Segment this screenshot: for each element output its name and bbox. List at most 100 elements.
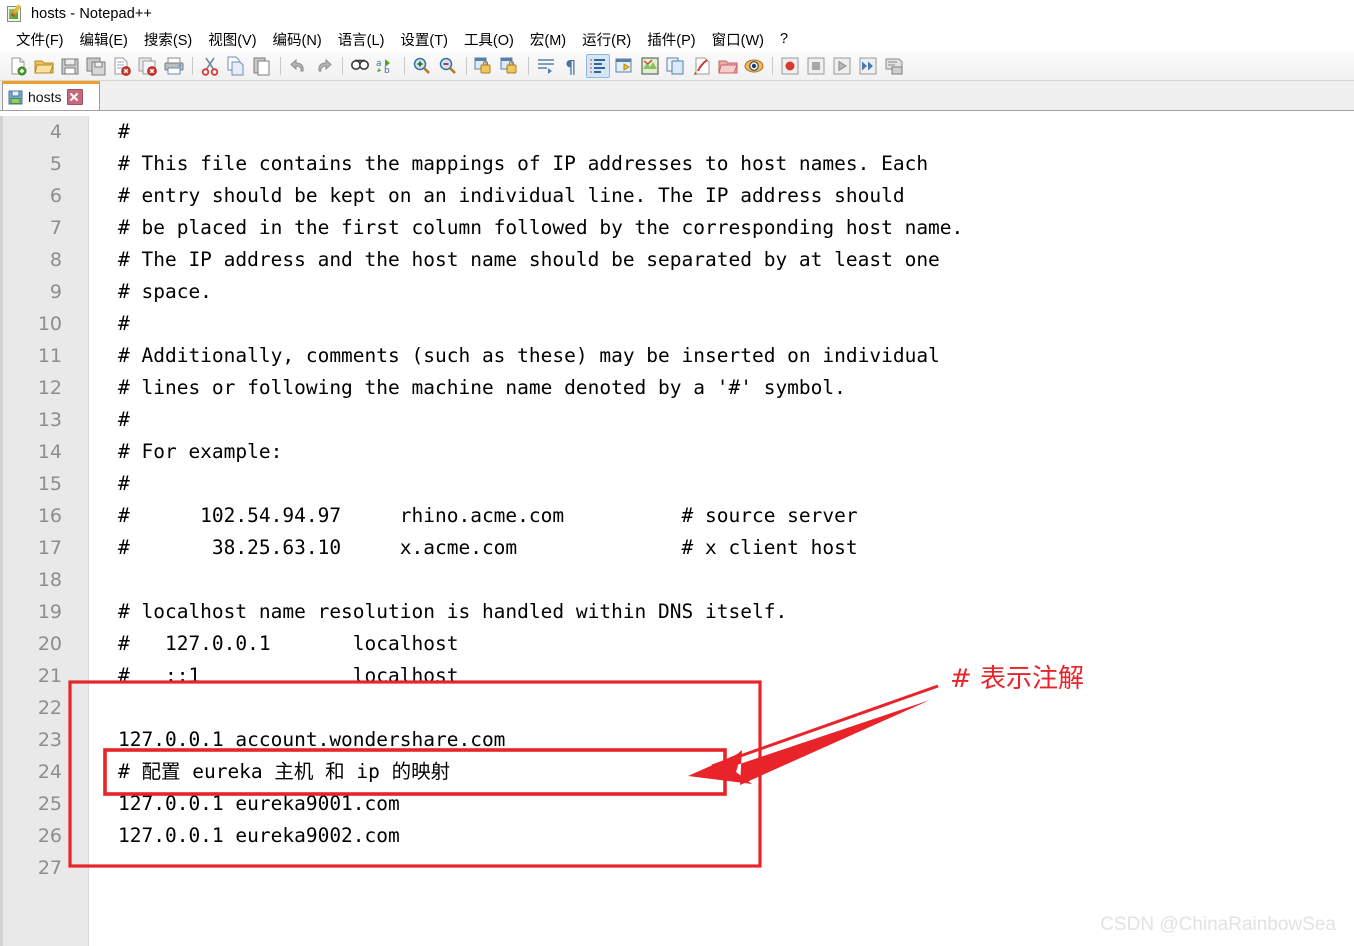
line-text: # For example: bbox=[118, 440, 283, 463]
code-line[interactable]: 23 127.0.0.1 account.wondershare.com bbox=[0, 724, 1354, 756]
title-bar: hosts - Notepad++ bbox=[0, 0, 1354, 27]
menu-language[interactable]: 语言(L) bbox=[330, 27, 393, 52]
toolbar-separator bbox=[342, 56, 343, 75]
toolbar: ab ¶ bbox=[0, 51, 1354, 81]
line-number: 22 bbox=[37, 697, 62, 719]
code-line[interactable]: 10 # bbox=[0, 308, 1354, 340]
code-line[interactable]: 11 # Additionally, comments (such as thes… bbox=[0, 340, 1354, 372]
show-all-characters-icon[interactable]: ¶ bbox=[560, 54, 584, 78]
line-number: 19 bbox=[37, 601, 62, 623]
menu-encoding[interactable]: 编码(N) bbox=[265, 27, 330, 52]
code-line[interactable]: 5 # This file contains the mappings of IP… bbox=[0, 148, 1354, 180]
save-macro-icon[interactable] bbox=[882, 54, 906, 78]
code-line[interactable]: 24 # 配置 eureka 主机 和 ip 的映射 bbox=[0, 756, 1354, 788]
sync-horizontal-scroll-icon[interactable] bbox=[498, 54, 522, 78]
toolbar-separator bbox=[772, 56, 773, 75]
zoom-in-icon[interactable] bbox=[410, 54, 434, 78]
user-defined-language-icon[interactable] bbox=[612, 54, 636, 78]
menu-window[interactable]: 窗口(W) bbox=[704, 27, 772, 52]
tab-hosts[interactable]: hosts bbox=[2, 81, 100, 110]
record-macro-icon[interactable] bbox=[778, 54, 802, 78]
sync-vertical-scroll-icon[interactable] bbox=[472, 54, 496, 78]
cut-icon[interactable] bbox=[198, 54, 222, 78]
code-line[interactable]: 16 # 102.54.94.97 rhino.acme.com # source… bbox=[0, 500, 1354, 532]
menu-plugins[interactable]: 插件(P) bbox=[639, 27, 703, 52]
replace-icon[interactable]: ab bbox=[374, 54, 398, 78]
play-macro-icon[interactable] bbox=[830, 54, 854, 78]
paste-icon[interactable] bbox=[250, 54, 274, 78]
annotation-callout-text: # 表示注解 bbox=[950, 664, 1085, 694]
menu-tools[interactable]: 工具(O) bbox=[456, 27, 522, 52]
redo-icon[interactable] bbox=[312, 54, 336, 78]
code-line[interactable]: 12 # lines or following the machine name … bbox=[0, 372, 1354, 404]
run-macro-multiple-icon[interactable] bbox=[856, 54, 880, 78]
line-number: 18 bbox=[37, 569, 62, 591]
line-number: 6 bbox=[49, 185, 62, 207]
line-text: # ::1 localhost bbox=[118, 664, 459, 687]
word-wrap-icon[interactable] bbox=[534, 54, 558, 78]
save-icon[interactable] bbox=[58, 54, 82, 78]
folder-pink-icon[interactable] bbox=[716, 54, 740, 78]
line-number: 25 bbox=[37, 793, 62, 815]
code-line[interactable]: 26 127.0.0.1 eureka9002.com bbox=[0, 820, 1354, 852]
code-line[interactable]: 27 bbox=[0, 852, 1354, 884]
menu-view[interactable]: 视图(V) bbox=[200, 27, 264, 52]
print-icon[interactable] bbox=[162, 54, 186, 78]
close-file-icon[interactable] bbox=[110, 54, 134, 78]
close-tab-icon[interactable] bbox=[67, 89, 84, 105]
code-line[interactable]: 17 # 38.25.63.10 x.acme.com # x client ho… bbox=[0, 532, 1354, 564]
folder-as-workspace-icon[interactable] bbox=[690, 54, 714, 78]
menu-file[interactable]: 文件(F) bbox=[8, 27, 72, 52]
tab-label: hosts bbox=[28, 89, 62, 105]
line-number: 17 bbox=[37, 537, 62, 559]
line-number: 16 bbox=[37, 505, 62, 527]
find-icon[interactable] bbox=[348, 54, 372, 78]
function-list-icon[interactable] bbox=[664, 54, 688, 78]
line-text: # be placed in the first column followed… bbox=[118, 216, 964, 239]
zoom-out-icon[interactable] bbox=[436, 54, 460, 78]
code-line[interactable]: 14 # For example: bbox=[0, 436, 1354, 468]
code-line[interactable]: 8 # The IP address and the host name shou… bbox=[0, 244, 1354, 276]
menu-edit[interactable]: 编辑(E) bbox=[72, 27, 136, 52]
line-text: # space. bbox=[118, 280, 212, 303]
code-line[interactable]: 22 bbox=[0, 692, 1354, 724]
text-editor[interactable]: 4 # 5 # This file contains the mappings of… bbox=[0, 116, 1354, 946]
code-line[interactable]: 15 # bbox=[0, 468, 1354, 500]
open-file-icon[interactable] bbox=[32, 54, 56, 78]
menu-macro[interactable]: 宏(M) bbox=[522, 27, 574, 52]
code-line[interactable]: 4 # bbox=[0, 116, 1354, 148]
code-line[interactable]: 18 bbox=[0, 564, 1354, 596]
code-line[interactable]: 7 # be placed in the first column followe… bbox=[0, 212, 1354, 244]
code-line[interactable]: 9 # space. bbox=[0, 276, 1354, 308]
line-number: 13 bbox=[37, 409, 62, 431]
code-line[interactable]: 13 # bbox=[0, 404, 1354, 436]
toolbar-separator bbox=[404, 56, 405, 75]
line-number: 27 bbox=[37, 857, 62, 879]
close-all-files-icon[interactable] bbox=[136, 54, 160, 78]
new-file-icon[interactable] bbox=[6, 54, 30, 78]
menu-search[interactable]: 搜索(S) bbox=[136, 27, 200, 52]
code-lines[interactable]: 4 # 5 # This file contains the mappings of… bbox=[0, 116, 1354, 946]
indent-guide-icon[interactable] bbox=[586, 53, 610, 78]
monitoring-icon[interactable] bbox=[742, 54, 766, 78]
code-line[interactable]: 21 # ::1 localhost bbox=[0, 660, 1354, 692]
svg-text:¶: ¶ bbox=[565, 57, 576, 77]
line-text: # entry should be kept on an individual … bbox=[118, 184, 905, 207]
stop-recording-icon[interactable] bbox=[804, 54, 828, 78]
undo-icon[interactable] bbox=[286, 54, 310, 78]
line-number: 15 bbox=[37, 473, 62, 495]
save-all-icon[interactable] bbox=[84, 54, 108, 78]
menu-settings[interactable]: 设置(T) bbox=[392, 27, 456, 52]
document-map-icon[interactable] bbox=[638, 54, 662, 78]
menu-bar: 文件(F) 编辑(E) 搜索(S) 视图(V) 编码(N) 语言(L) 设置(T… bbox=[0, 27, 1354, 51]
svg-text:b: b bbox=[384, 66, 390, 76]
code-line[interactable]: 6 # entry should be kept on an individual… bbox=[0, 180, 1354, 212]
watermark: CSDN @ChinaRainbowSea bbox=[1100, 914, 1336, 935]
copy-icon[interactable] bbox=[224, 54, 248, 78]
toolbar-separator bbox=[192, 56, 193, 75]
menu-run[interactable]: 运行(R) bbox=[574, 27, 639, 52]
code-line[interactable]: 25 127.0.0.1 eureka9001.com bbox=[0, 788, 1354, 820]
code-line[interactable]: 20 # 127.0.0.1 localhost bbox=[0, 628, 1354, 660]
menu-help[interactable]: ? bbox=[772, 29, 796, 49]
code-line[interactable]: 19 # localhost name resolution is handled… bbox=[0, 596, 1354, 628]
